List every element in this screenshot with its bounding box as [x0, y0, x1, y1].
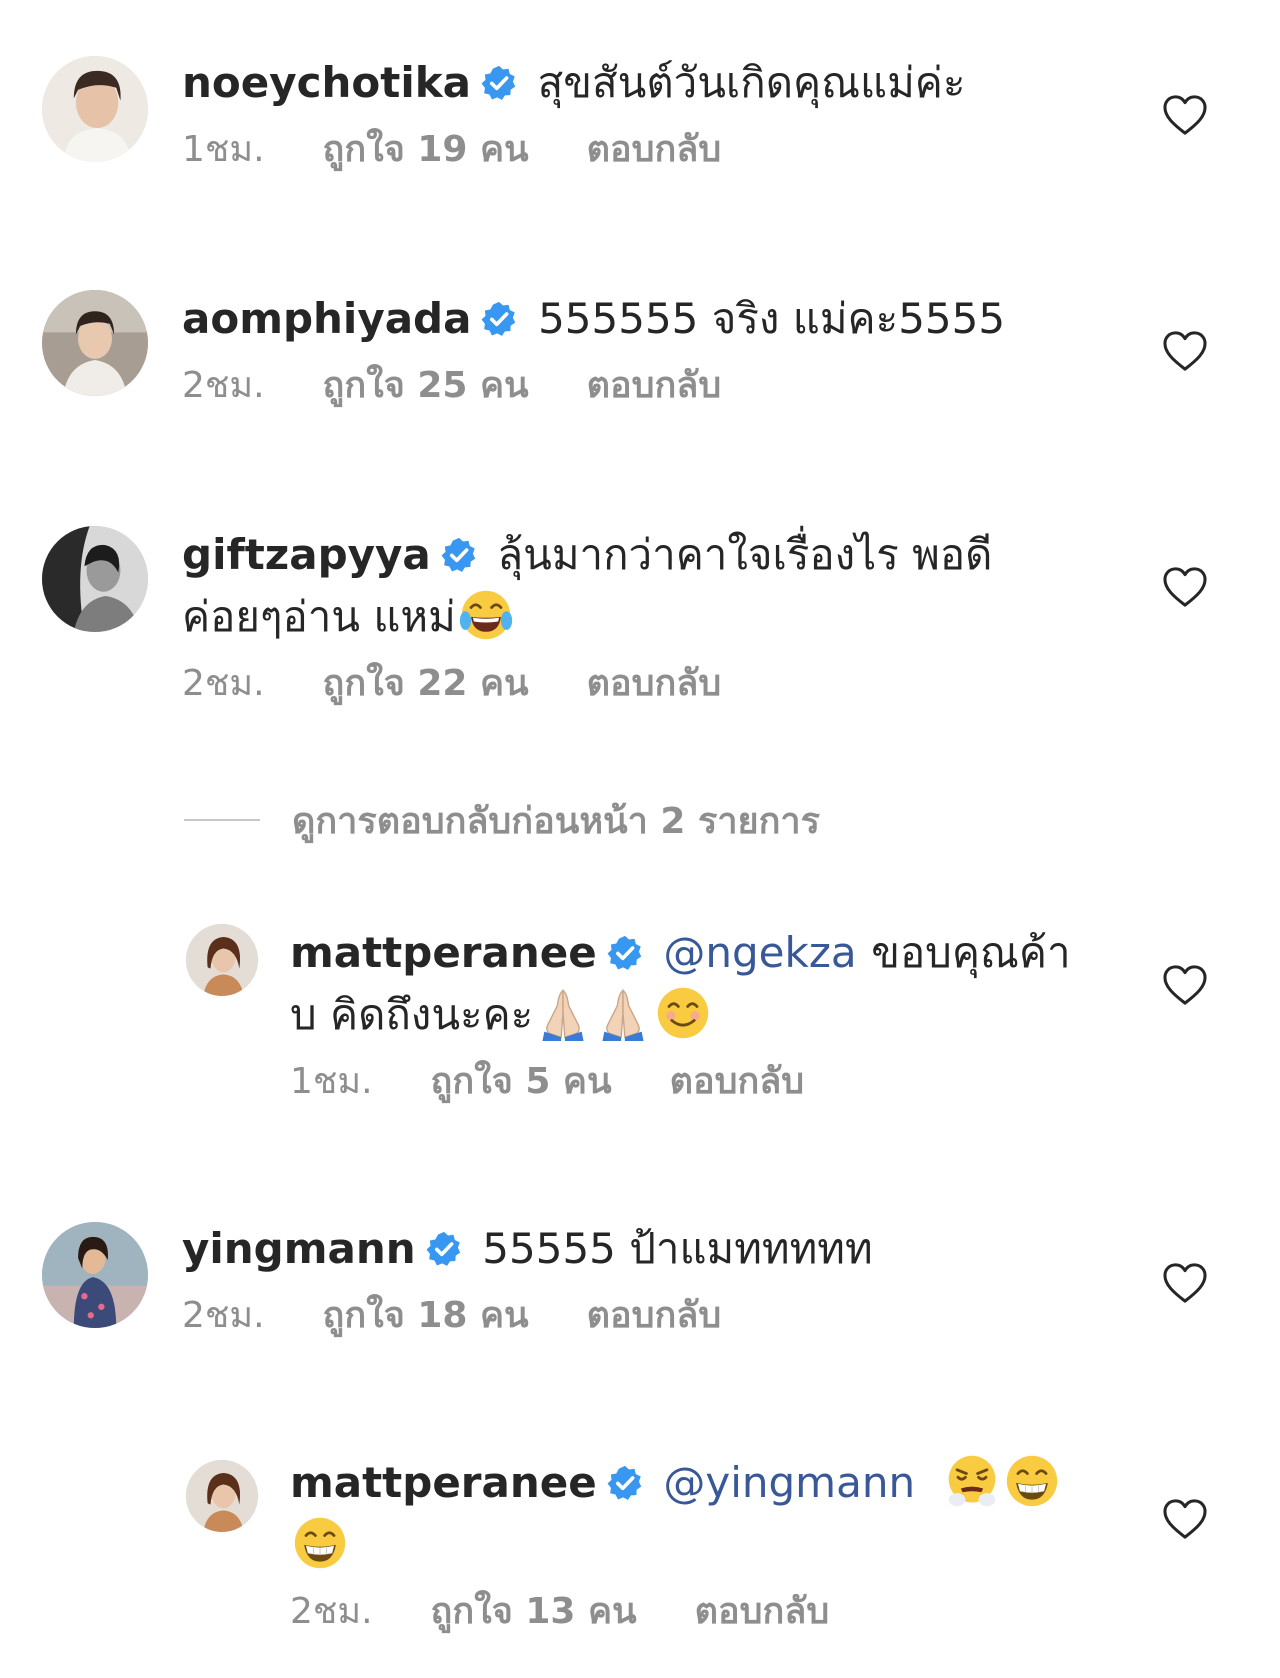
heart-outline-icon[interactable]	[1162, 1262, 1208, 1304]
divider	[184, 819, 260, 821]
verified-badge-icon	[426, 1231, 462, 1267]
folded-hands-icon	[535, 985, 591, 1041]
verified-badge-icon	[607, 1465, 643, 1501]
verified-badge-icon	[607, 935, 643, 971]
folded-hands-icon	[595, 985, 651, 1041]
avatar[interactable]	[42, 56, 148, 162]
comment-text-continued: บ คิดถึงนะคะ	[290, 990, 534, 1039]
verified-badge-icon	[481, 301, 517, 337]
view-previous-replies-button[interactable]: ดูการตอบกลับก่อนหน้า 2 รายการ	[184, 790, 820, 850]
heart-outline-icon[interactable]	[1162, 566, 1208, 608]
view-previous-replies-label: ดูการตอบกลับก่อนหน้า 2 รายการ	[292, 800, 820, 842]
comment-likes-link[interactable]: ถูกใจ 22 คน	[323, 663, 529, 704]
face-with-steam-from-nose-icon	[944, 1453, 1000, 1509]
comment-likes-link[interactable]: ถูกใจ 25 คน	[323, 365, 529, 406]
comment-time: 2ชม.	[182, 1295, 265, 1336]
comment-likes-link[interactable]: ถูกใจ 19 คน	[323, 129, 529, 170]
grinning-face-icon	[1004, 1453, 1060, 1509]
comment-time: 2ชม.	[182, 365, 265, 406]
heart-outline-icon[interactable]	[1162, 330, 1208, 372]
comment-text-continued: ค่อยๆอ่าน แหม่	[182, 592, 456, 641]
avatar[interactable]	[42, 290, 148, 396]
reply-button[interactable]: ตอบกลับ	[670, 1061, 805, 1102]
grinning-face-icon	[292, 1515, 348, 1571]
reply-button[interactable]: ตอบกลับ	[587, 129, 722, 170]
comment-username[interactable]: giftzapyya	[182, 530, 431, 579]
reply-button[interactable]: ตอบกลับ	[587, 365, 722, 406]
comment-time: 2ชม.	[290, 1591, 373, 1632]
comment-username[interactable]: noeychotika	[182, 58, 471, 107]
avatar[interactable]	[42, 526, 148, 632]
mention-link[interactable]: @ngekza	[663, 928, 856, 977]
comment-text: ลุ้นมากว่าคาใจเรื่องไร พอดี	[497, 530, 993, 579]
heart-outline-icon[interactable]	[1162, 964, 1208, 1006]
comment-text: 555555 จริง แม่คะ5555	[538, 294, 1006, 343]
comment-likes-link[interactable]: ถูกใจ 5 คน	[431, 1061, 612, 1102]
reply-button[interactable]: ตอบกลับ	[695, 1591, 830, 1632]
verified-badge-icon	[441, 537, 477, 573]
comment-text: ขอบคุณค้า	[871, 928, 1071, 977]
avatar[interactable]	[186, 924, 258, 996]
face-with-tears-of-joy-icon	[458, 587, 514, 643]
reply-button[interactable]: ตอบกลับ	[587, 1295, 722, 1336]
comment-likes-link[interactable]: ถูกใจ 13 คน	[431, 1591, 637, 1632]
comment-username[interactable]: yingmann	[182, 1224, 416, 1273]
smiling-face-icon	[655, 985, 711, 1041]
comment-username[interactable]: mattperanee	[290, 928, 597, 977]
comment-time: 1ชม.	[290, 1061, 373, 1102]
mention-link[interactable]: @yingmann	[663, 1458, 915, 1507]
comment-time: 2ชม.	[182, 663, 265, 704]
heart-outline-icon[interactable]	[1162, 1498, 1208, 1540]
avatar[interactable]	[186, 1460, 258, 1532]
comment-username[interactable]: aomphiyada	[182, 294, 471, 343]
reply-button[interactable]: ตอบกลับ	[587, 663, 722, 704]
comment-likes-link[interactable]: ถูกใจ 18 คน	[323, 1295, 529, 1336]
comment-text: สุขสันต์วันเกิดคุณแม่ค่ะ	[537, 58, 966, 107]
avatar[interactable]	[42, 1222, 148, 1328]
comment-text: 55555 ป้าแมททททท	[482, 1224, 873, 1273]
comment-username[interactable]: mattperanee	[290, 1458, 597, 1507]
verified-badge-icon	[481, 65, 517, 101]
heart-outline-icon[interactable]	[1162, 94, 1208, 136]
comment-time: 1ชม.	[182, 129, 265, 170]
